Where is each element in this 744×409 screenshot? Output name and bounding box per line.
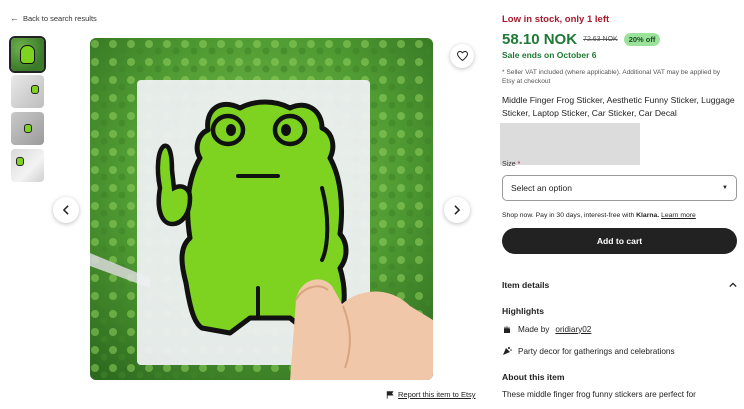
klarna-text: Shop now. Pay in 30 days, interest-free … (502, 212, 635, 219)
made-by-prefix: Made by (518, 324, 550, 334)
about-heading: About this item (502, 372, 565, 382)
thumbnail-1[interactable] (9, 36, 46, 73)
report-link-label: Report this item to Etsy (398, 390, 476, 399)
report-item-link[interactable]: Report this item to Etsy (386, 390, 476, 399)
chevron-left-icon (62, 205, 69, 215)
chevron-up-icon (729, 282, 737, 288)
thumbnail-3[interactable] (11, 112, 44, 145)
klarna-note: Shop now. Pay in 30 days, interest-free … (502, 212, 696, 219)
frog-sticker-photo (90, 38, 433, 380)
party-popper-icon (502, 346, 512, 356)
item-details-toggle[interactable]: Item details (502, 280, 737, 290)
next-image-button[interactable] (444, 197, 470, 223)
highlights-heading: Highlights (502, 306, 545, 316)
party-decor-text: Party decor for gatherings and celebrati… (518, 346, 675, 356)
back-to-search-link[interactable]: ← Back to search results (10, 13, 97, 24)
flag-icon (386, 390, 394, 399)
redacted-block (500, 123, 640, 165)
thumbnail-list (9, 36, 46, 182)
hand-icon (502, 324, 512, 334)
arrow-left-icon: ← (10, 13, 19, 23)
favorite-button[interactable] (450, 44, 474, 68)
main-product-image (90, 38, 433, 380)
heart-icon (456, 51, 468, 61)
klarna-learn-more-link[interactable]: Learn more (661, 212, 696, 219)
price-row: 58.10 NOK 72.63 NOK 20% off (502, 31, 661, 48)
back-link-label: Back to search results (23, 14, 97, 23)
klarna-brand: Klarna. (636, 212, 660, 219)
select-placeholder: Select an option (511, 183, 572, 193)
shop-name-link[interactable]: oridiary02 (555, 325, 591, 334)
add-to-cart-button[interactable]: Add to cart (502, 228, 737, 254)
chevron-right-icon (454, 205, 461, 215)
option-label-text: Size (502, 161, 516, 168)
made-by-row: Made by oridiary02 (502, 324, 591, 334)
sale-ends-text: Sale ends on October 6 (502, 50, 597, 60)
stock-notice: Low in stock, only 1 left (502, 14, 610, 25)
listing-title: Middle Finger Frog Sticker, Aesthetic Fu… (502, 95, 735, 118)
discount-badge: 20% off (623, 33, 661, 46)
vat-note: * Seller VAT included (where applicable)… (502, 69, 721, 86)
original-price: 72.63 NOK (583, 36, 618, 43)
caret-down-icon: ▼ (722, 185, 728, 191)
option-select[interactable]: Select an option ▼ (502, 175, 737, 201)
party-decor-row: Party decor for gatherings and celebrati… (502, 346, 675, 356)
item-details-heading: Item details (502, 280, 550, 290)
required-marker: * (517, 161, 521, 168)
thumbnail-4[interactable] (11, 149, 44, 182)
previous-image-button[interactable] (53, 197, 79, 223)
current-price: 58.10 NOK (502, 31, 578, 48)
about-text: These middle finger frog funny stickers … (502, 390, 696, 399)
option-label: Size * (502, 161, 520, 168)
thumbnail-2[interactable] (11, 75, 44, 108)
